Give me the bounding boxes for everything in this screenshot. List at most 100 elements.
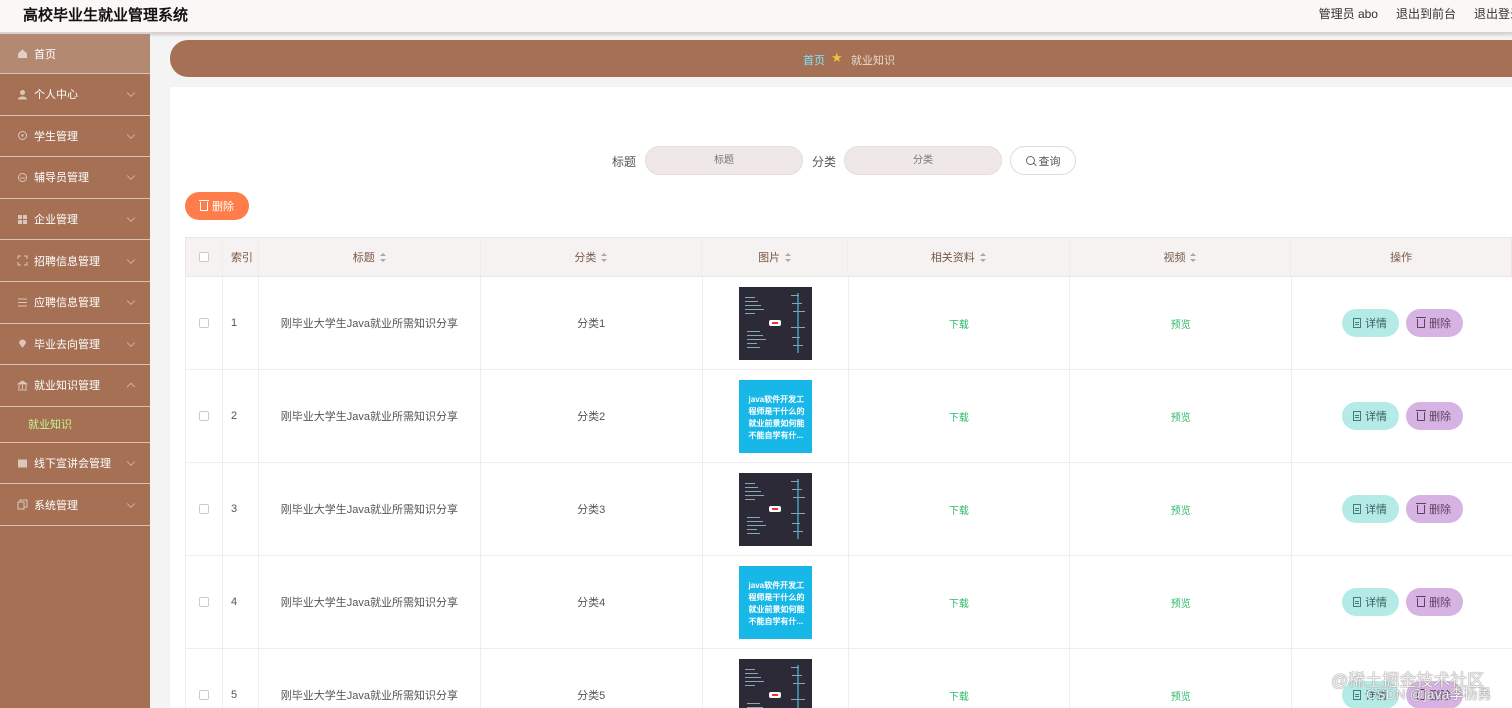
row-checkbox[interactable] <box>198 318 209 328</box>
row-resource-cell: 下载 <box>849 277 1071 369</box>
row-category: 分类5 <box>481 649 703 708</box>
delete-button[interactable]: 删除 <box>1405 309 1463 337</box>
sidebar-item-label: 毕业去向管理 <box>34 338 100 351</box>
row-select-cell <box>186 370 223 462</box>
header-index: 索引 <box>223 238 259 276</box>
sidebar-item[interactable]: 学生管理 <box>0 116 150 158</box>
detail-button[interactable]: 详情 <box>1341 588 1399 616</box>
row-category: 分类2 <box>481 370 703 462</box>
table-body: 1 刚毕业大学生Java就业所需知识分享 分类1 下载 预览 详情 删除 2 刚毕业大学生Jav… <box>185 277 1512 708</box>
location-icon <box>17 338 28 349</box>
select-all-checkbox[interactable] <box>198 252 209 262</box>
download-link[interactable]: 下载 <box>949 502 969 517</box>
table-row: 5 刚毕业大学生Java就业所需知识分享 分类5 下载 预览 详情 删除 <box>185 649 1512 708</box>
header-title-label: 标题 <box>352 252 375 264</box>
sidebar-item[interactable]: 企业管理 <box>0 199 150 241</box>
sidebar-subitem-knowledge[interactable]: 就业知识 <box>0 407 150 443</box>
title-search-input[interactable] <box>645 146 803 175</box>
row-checkbox[interactable] <box>198 504 209 514</box>
sort-icon[interactable] <box>979 252 986 262</box>
download-link[interactable]: 下载 <box>949 688 969 703</box>
app-title: 高校毕业生就业管理系统 <box>23 7 189 24</box>
document-icon <box>1353 597 1362 607</box>
chevron-down-icon <box>126 499 136 508</box>
header-video[interactable]: 视频 <box>1070 238 1292 276</box>
sidebar-item[interactable]: 个人中心 <box>0 74 150 116</box>
row-actions-cell: 详情 删除 <box>1292 556 1512 648</box>
sidebar-item-label: 应聘信息管理 <box>34 297 100 310</box>
category-search-input[interactable] <box>844 146 1002 175</box>
delete-button[interactable]: 删除 <box>1405 588 1463 616</box>
sidebar-item-home[interactable]: 首页 <box>0 34 150 74</box>
delete-button[interactable]: 删除 <box>1405 495 1463 523</box>
row-actions-cell: 详情 删除 <box>1292 463 1512 555</box>
row-actions-cell: 详情 删除 <box>1292 277 1512 369</box>
trash-icon <box>1416 595 1427 607</box>
row-category: 分类4 <box>481 556 703 648</box>
batch-delete-button[interactable]: 删除 <box>185 192 249 220</box>
sidebar: 首页 个人中心学生管理辅导员管理企业管理招聘信息管理应聘信息管理 毕业去向管理就业… <box>0 34 150 708</box>
sidebar-item[interactable]: 辅导员管理 <box>0 157 150 199</box>
download-link[interactable]: 下载 <box>949 409 969 424</box>
download-link[interactable]: 下载 <box>949 595 969 610</box>
row-image-cell: java软件开发工程师是干什么的就业前景如何能不能自学有什... <box>703 370 849 462</box>
preview-link[interactable]: 预览 <box>1171 595 1191 610</box>
preview-link[interactable]: 预览 <box>1171 409 1191 424</box>
row-title: 刚毕业大学生Java就业所需知识分享 <box>259 277 481 369</box>
header-category[interactable]: 分类 <box>481 238 703 276</box>
breadcrumb-home[interactable]: 首页 <box>803 52 825 68</box>
sort-icon[interactable] <box>785 252 792 262</box>
header-image[interactable]: 图片 <box>702 238 848 276</box>
sort-icon[interactable] <box>1190 252 1197 262</box>
row-checkbox[interactable] <box>198 411 209 421</box>
select-all-cell <box>186 238 223 276</box>
row-checkbox[interactable] <box>198 597 209 607</box>
row-checkbox[interactable] <box>198 690 209 700</box>
sidebar-item[interactable]: 招聘信息管理 <box>0 240 150 282</box>
row-select-cell <box>186 277 223 369</box>
breadcrumb: 首页 ★ 就业知识 <box>170 40 1512 77</box>
row-image-cell <box>703 463 849 555</box>
row-select-cell <box>186 463 223 555</box>
chevron-down-icon <box>126 88 136 98</box>
header-image-label: 图片 <box>758 252 781 264</box>
row-video-cell: 预览 <box>1070 370 1293 462</box>
front-link[interactable]: 退出到前台 <box>1396 5 1456 22</box>
sidebar-item[interactable]: 应聘信息管理 <box>0 282 150 324</box>
sidebar-item-label: 学生管理 <box>34 130 78 143</box>
detail-button[interactable]: 详情 <box>1341 402 1399 430</box>
table-row: 2 刚毕业大学生Java就业所需知识分享 分类2 java软件开发工程师是干什么的就业… <box>185 370 1512 463</box>
grid-icon <box>17 214 28 225</box>
row-index: 4 <box>223 556 259 648</box>
sidebar-item[interactable]: 毕业去向管理 <box>0 324 150 366</box>
delete-button[interactable]: 删除 <box>1405 402 1463 430</box>
row-video-cell: 预览 <box>1070 463 1293 555</box>
preview-link[interactable]: 预览 <box>1171 502 1191 517</box>
sidebar-item[interactable]: 线下宣讲会管理 <box>0 443 150 485</box>
current-user: 管理员 abo <box>1318 7 1378 21</box>
sidebar-item-label: 个人中心 <box>34 89 78 102</box>
query-button[interactable]: 查询 <box>1010 146 1076 175</box>
cover-image <box>738 472 812 546</box>
detail-button[interactable]: 详情 <box>1341 309 1399 337</box>
delete-button-label: 删除 <box>1429 411 1452 423</box>
header-resource[interactable]: 相关资料 <box>848 238 1070 276</box>
star-icon: ★ <box>831 50 843 65</box>
cover-image: java软件开发工程师是干什么的就业前景如何能不能自学有什... <box>738 565 812 639</box>
download-link[interactable]: 下载 <box>949 316 969 331</box>
sidebar-item[interactable]: 就业知识管理 <box>0 365 150 407</box>
detail-button[interactable]: 详情 <box>1341 495 1399 523</box>
preview-link[interactable]: 预览 <box>1171 316 1191 331</box>
sort-icon[interactable] <box>379 252 386 262</box>
sidebar-item[interactable]: 系统管理 <box>0 484 150 526</box>
sidebar-item-label: 企业管理 <box>34 214 78 227</box>
header-actions-label: 操作 <box>1390 252 1413 264</box>
sort-icon[interactable] <box>601 252 608 262</box>
row-index: 1 <box>223 277 259 369</box>
header-title[interactable]: 标题 <box>259 238 481 276</box>
preview-link[interactable]: 预览 <box>1171 688 1191 703</box>
sidebar-item-label: 首页 <box>34 48 56 61</box>
logout-link[interactable]: 退出登录 <box>1474 5 1512 22</box>
cover-image: java软件开发工程师是干什么的就业前景如何能不能自学有什... <box>738 379 812 453</box>
row-select-cell <box>186 556 223 648</box>
